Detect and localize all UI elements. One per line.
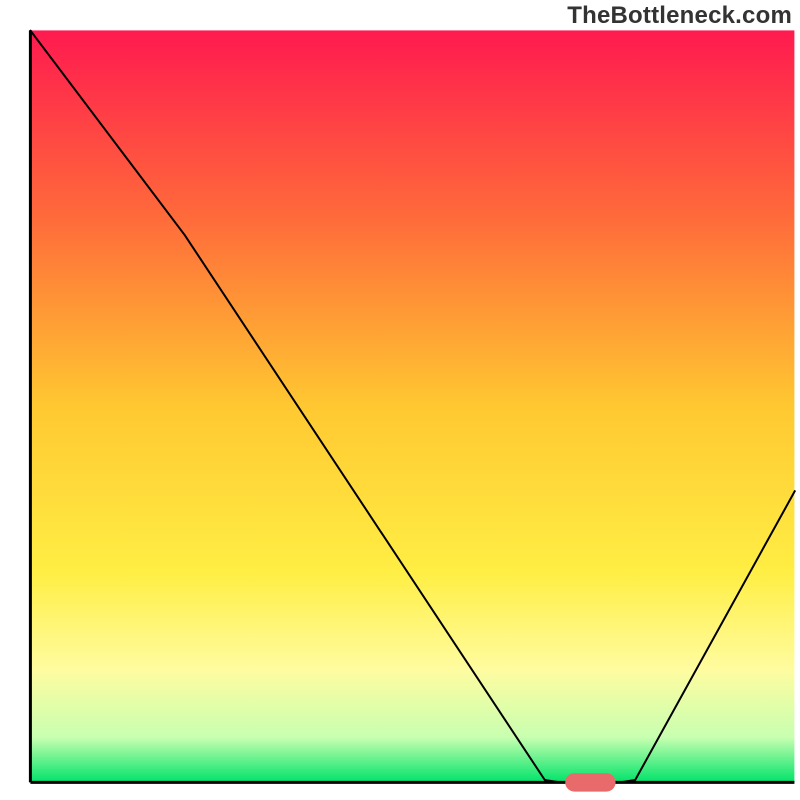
watermark-label: TheBottleneck.com — [567, 2, 792, 30]
chart-container: TheBottleneck.com — [0, 0, 800, 800]
chart-svg — [0, 0, 800, 800]
optimal-zone-marker — [565, 773, 615, 791]
plot-background — [30, 30, 794, 782]
